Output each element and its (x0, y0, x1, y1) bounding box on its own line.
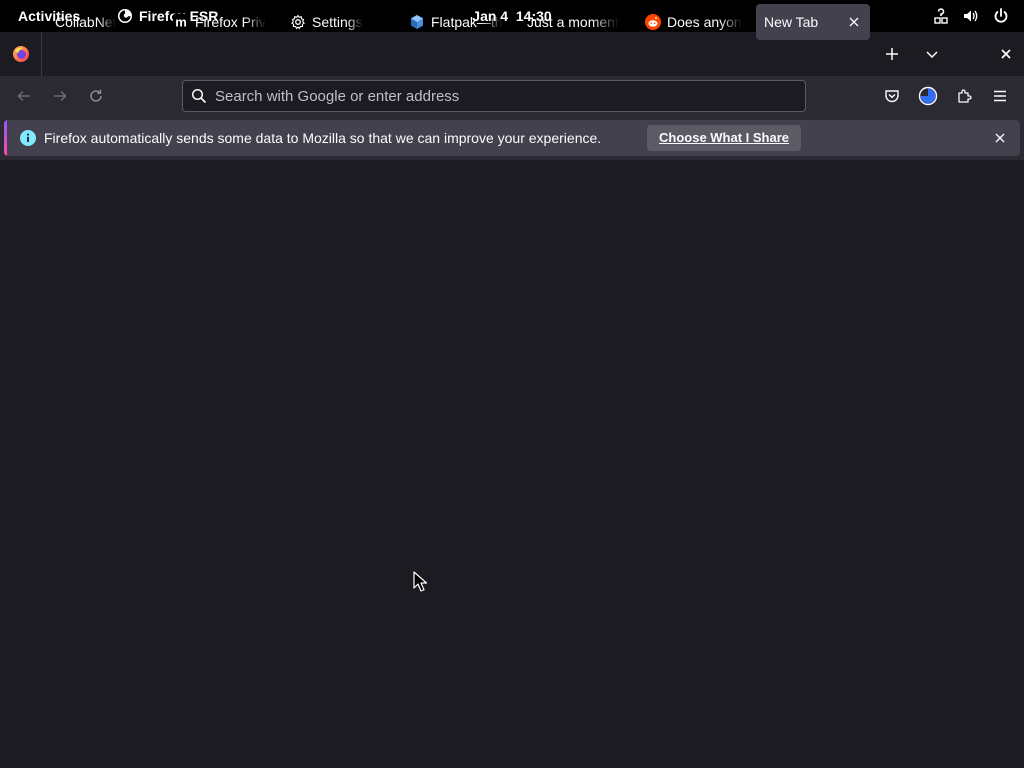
tab-label: Settings (312, 14, 363, 30)
tab-label: CollabNet (55, 14, 117, 30)
firefox-view-button[interactable] (0, 32, 42, 76)
choose-what-i-share-button[interactable]: Choose What I Share (647, 125, 802, 151)
tab-settings[interactable]: Settings (290, 4, 395, 40)
account-avatar-icon (918, 86, 938, 106)
puzzle-piece-icon (958, 89, 972, 103)
tab-label: Flatpak—th (431, 14, 503, 30)
arrow-right-icon (54, 91, 67, 101)
address-input[interactable] (215, 81, 805, 111)
list-all-tabs-button[interactable] (918, 40, 946, 68)
arrow-left-icon (17, 91, 30, 101)
notification-container: Firefox automatically sends some data to… (0, 116, 1024, 160)
power-icon (994, 8, 1008, 23)
tab-new-tab[interactable]: New Tab (756, 4, 870, 40)
search-icon (183, 88, 215, 104)
tab-firefox-privacy[interactable]: m Firefox Priv (173, 4, 273, 40)
close-notification-button[interactable] (990, 128, 1010, 148)
network-unknown-icon (934, 8, 948, 24)
mouse-cursor-icon (413, 571, 428, 592)
app-menu-button[interactable] (986, 82, 1014, 110)
address-bar[interactable] (182, 80, 806, 112)
tab-just-a-moment[interactable]: Just a moment (527, 4, 627, 40)
system-tray[interactable] (932, 0, 1010, 32)
new-tab-button[interactable] (878, 40, 906, 68)
close-tab-icon[interactable] (846, 14, 862, 30)
notification-accent (4, 120, 7, 156)
close-icon (1001, 49, 1011, 59)
tab-label: Does anyon (667, 14, 742, 30)
notification-message: Firefox automatically sends some data to… (44, 130, 602, 146)
tab-label: Firefox Priv (195, 14, 266, 30)
close-window-button[interactable] (992, 40, 1020, 68)
forward-button[interactable] (46, 82, 74, 110)
data-reporting-notification: Firefox automatically sends some data to… (4, 120, 1020, 156)
reload-icon (90, 89, 102, 102)
hamburger-menu-icon (994, 90, 1006, 102)
volume-icon (964, 10, 978, 22)
close-icon (995, 133, 1005, 143)
tab-label: New Tab (764, 14, 819, 30)
svg-text:m: m (175, 15, 187, 30)
tab-flatpak[interactable]: Flatpak—th (409, 4, 509, 40)
navigation-toolbar (0, 76, 1024, 116)
reddit-icon (645, 14, 661, 30)
tab-label: Just a moment (527, 14, 619, 30)
extensions-button[interactable] (950, 82, 978, 110)
tab-collabnet[interactable]: CollabNet (55, 4, 160, 40)
flatpak-cube-icon (409, 14, 425, 30)
pocket-button[interactable] (878, 82, 906, 110)
account-button[interactable] (914, 82, 942, 110)
tab-reddit[interactable]: Does anyon (645, 4, 745, 40)
firefox-logo-icon (12, 46, 29, 62)
pocket-icon (885, 90, 899, 103)
gear-icon (290, 14, 306, 30)
reload-button[interactable] (82, 82, 110, 110)
chevron-down-icon (926, 51, 938, 59)
plus-icon (886, 48, 898, 60)
m-logo-icon: m (173, 14, 189, 30)
new-tab-page[interactable] (0, 160, 1024, 768)
info-icon (20, 130, 36, 146)
back-button[interactable] (10, 82, 38, 110)
